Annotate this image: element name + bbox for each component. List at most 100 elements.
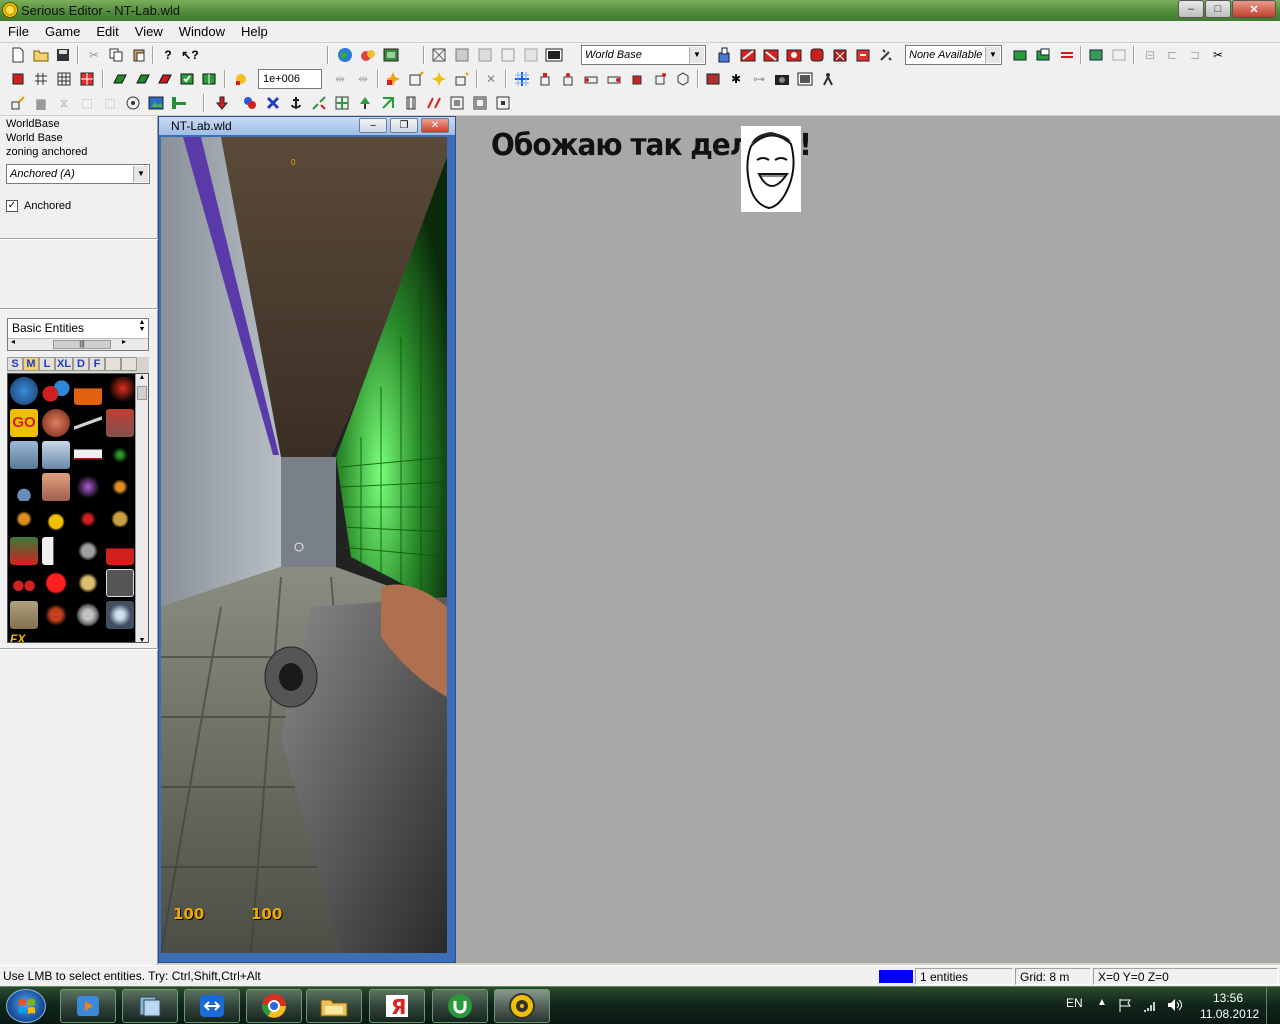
brush-check-icon[interactable] (177, 69, 197, 89)
arrows-icon[interactable] (309, 93, 329, 113)
light-icon[interactable] (231, 69, 251, 89)
mirror-icon[interactable] (424, 93, 444, 113)
menu-file[interactable]: File (0, 21, 37, 42)
align-left-icon[interactable]: ⊏ (1162, 45, 1182, 65)
spark-2-icon[interactable] (429, 69, 449, 89)
terrain-icon[interactable] (703, 69, 723, 89)
spawner-entity-icon[interactable] (10, 473, 38, 501)
person-icon[interactable] (818, 69, 838, 89)
serious-editor-icon[interactable] (2, 2, 18, 18)
csg-rotate-icon[interactable] (853, 45, 873, 65)
trim-icon[interactable]: ✂ (1208, 45, 1228, 65)
start-button[interactable] (6, 989, 46, 1023)
entity-ungroup-icon[interactable] (1109, 45, 1129, 65)
node-3-icon[interactable] (581, 69, 601, 89)
x-blue-icon[interactable] (263, 93, 283, 113)
action-center-flag-icon[interactable] (1117, 997, 1133, 1013)
tab-blank-1[interactable] (105, 357, 121, 371)
csg-clone-icon[interactable] (807, 45, 827, 65)
globe-icon[interactable] (335, 45, 355, 65)
grid-plus-icon[interactable] (332, 93, 352, 113)
tab-l[interactable]: L (39, 357, 55, 371)
primitive-disabled-icon[interactable]: ⧖ (54, 93, 74, 113)
spark-3-icon[interactable] (452, 69, 472, 89)
help-icon[interactable]: ? (158, 45, 178, 65)
scroll-up-icon[interactable]: ▲ (136, 374, 148, 381)
view-solid-icon[interactable] (452, 45, 472, 65)
robot-entity-icon[interactable] (10, 601, 38, 629)
guitars-entity-icon[interactable] (10, 505, 38, 533)
screenshot-icon[interactable] (795, 69, 815, 89)
tab-blank-2[interactable] (121, 357, 137, 371)
bbox-disabled-icon[interactable]: ⬚ (77, 93, 97, 113)
csg-add-icon[interactable] (714, 45, 734, 65)
delete-disabled-icon[interactable]: ✕ (481, 69, 501, 89)
entity-group-icon[interactable] (1086, 45, 1106, 65)
tools-2-icon[interactable]: ⊶ (749, 69, 769, 89)
node-5-icon[interactable] (627, 69, 647, 89)
frame-2-icon[interactable] (470, 93, 490, 113)
speaker-entity-icon[interactable] (106, 601, 134, 629)
taskbar-teamviewer[interactable] (184, 989, 240, 1023)
tools-1-icon[interactable]: ✱ (726, 69, 746, 89)
grid-icon[interactable] (54, 69, 74, 89)
view-shadows-icon[interactable] (521, 45, 541, 65)
gun-entity-icon[interactable] (74, 537, 102, 565)
open-folder-icon[interactable] (31, 45, 51, 65)
brush-mirror-icon[interactable] (199, 69, 219, 89)
menu-help[interactable]: Help (233, 21, 276, 42)
doc-minimize-button[interactable]: – (359, 118, 387, 133)
target-icon[interactable] (123, 93, 143, 113)
node-6-icon[interactable] (650, 69, 670, 89)
fx-entity-icon[interactable]: FX (10, 633, 38, 642)
align-icon[interactable]: ⊟ (1140, 45, 1160, 65)
tree-icon[interactable] (355, 93, 375, 113)
horizontal-scrollbar[interactable]: ◂ ||| ▸ (8, 337, 148, 350)
view-wireframe-icon[interactable] (429, 45, 449, 65)
menu-window[interactable]: Window (171, 21, 233, 42)
pillar-icon[interactable] (401, 93, 421, 113)
scroll-thumb[interactable] (137, 386, 147, 400)
hand-entity-icon[interactable] (42, 473, 70, 501)
save-icon[interactable] (53, 45, 73, 65)
rocket-entity-icon[interactable] (106, 377, 134, 405)
crosshair-grid-icon[interactable] (512, 69, 532, 89)
anchor-icon[interactable] (286, 93, 306, 113)
view-lit-icon[interactable] (498, 45, 518, 65)
value-field[interactable]: 1e+006 (258, 69, 322, 89)
dropdown-arrow-icon[interactable]: ▼ (133, 166, 148, 182)
scroll-left-icon[interactable]: ◂ (11, 337, 15, 346)
frame-3-icon[interactable] (493, 93, 513, 113)
snap-grid-icon[interactable] (31, 69, 51, 89)
card-entity-icon[interactable] (74, 441, 102, 469)
measure-disabled-1-icon[interactable]: ⇹ (330, 69, 350, 89)
taskbar-serious-editor[interactable] (494, 989, 550, 1023)
close-button[interactable]: ✕ (1232, 0, 1276, 18)
mip-icon[interactable] (240, 93, 260, 113)
align-right-icon[interactable]: ⊐ (1185, 45, 1205, 65)
camera-entity-icon[interactable] (74, 601, 102, 629)
tab-d[interactable]: D (73, 357, 89, 371)
image-icon[interactable] (146, 93, 166, 113)
brush-green-2-icon[interactable] (133, 69, 153, 89)
grid-red-icon[interactable] (77, 69, 97, 89)
world-base-select[interactable]: World Base ▼ (581, 45, 706, 65)
red-box-entity-icon[interactable] (106, 537, 134, 565)
taskbar-yandex[interactable]: Я (369, 989, 425, 1023)
scroll-down-icon[interactable]: ▼ (136, 637, 148, 642)
view-textured-icon[interactable] (475, 45, 495, 65)
taskbar-utorrent[interactable] (432, 989, 488, 1023)
wrench-entity-icon[interactable] (106, 569, 134, 597)
view-frame-icon[interactable] (544, 45, 564, 65)
menu-game[interactable]: Game (37, 21, 88, 42)
clock-date[interactable]: 11.08.2012 (1200, 1007, 1259, 1021)
sky-entity-icon[interactable] (10, 441, 38, 469)
node-4-icon[interactable] (604, 69, 624, 89)
menu-view[interactable]: View (127, 21, 171, 42)
off-switch-entity-icon[interactable] (10, 537, 38, 565)
switch-entity-icon[interactable] (74, 505, 102, 533)
dropdown-arrow-icon[interactable]: ▼ (689, 47, 704, 63)
taskbar-explorer-folders[interactable] (122, 989, 178, 1023)
camera-icon[interactable] (772, 69, 792, 89)
taskbar-file-manager[interactable] (306, 989, 362, 1023)
